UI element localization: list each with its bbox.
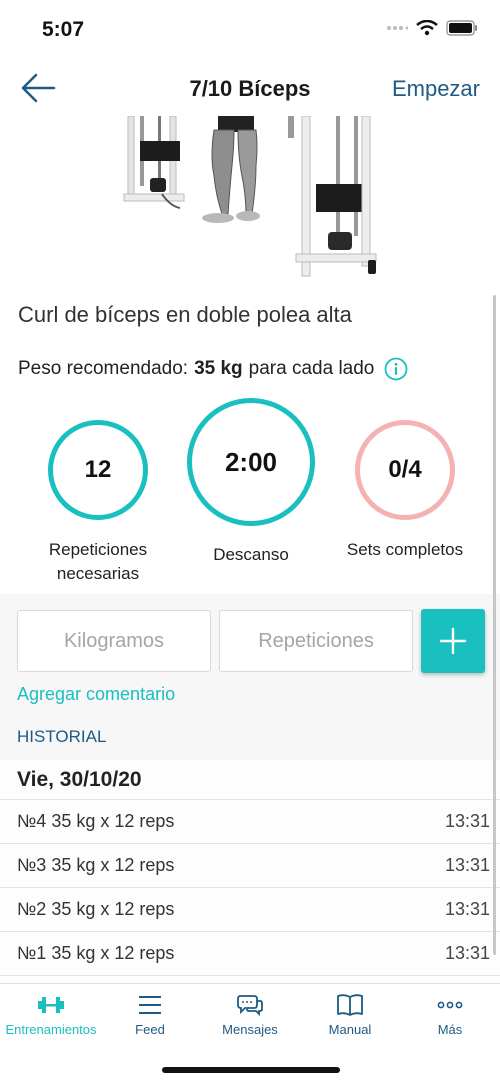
back-button[interactable]: [18, 70, 62, 106]
history-row-text: №2 35 kg x 12 reps: [17, 899, 175, 919]
history-row-text: №3 35 kg x 12 reps: [17, 855, 175, 875]
scrollbar[interactable]: [493, 295, 496, 955]
reps-value: 12: [84, 456, 112, 483]
history-row-text: №1 35 kg x 12 reps: [17, 943, 175, 963]
tab-label: Feed: [135, 1022, 165, 1037]
start-button[interactable]: Empezar: [392, 76, 480, 102]
weight-suffix: para cada lado: [248, 358, 375, 379]
history-list: Vie, 30/10/20 №4 35 kg x 12 reps 13:31 №…: [0, 760, 500, 976]
battery-icon: [446, 20, 477, 36]
rest-label: Descanso: [213, 545, 289, 564]
history-row[interactable]: №2 35 kg x 12 reps 13:31: [0, 888, 500, 932]
tab-feed[interactable]: Feed: [100, 992, 200, 1037]
sets-circle: 0/4: [355, 420, 455, 520]
tab-manual[interactable]: Manual: [300, 992, 400, 1037]
history-row-text: №4 35 kg x 12 reps: [17, 811, 175, 831]
add-set-button[interactable]: [421, 609, 485, 673]
home-indicator: [162, 1067, 340, 1073]
exercise-illustration: [110, 115, 390, 281]
reps-circle: 12: [48, 420, 148, 520]
signal-icon: [387, 26, 408, 30]
history-row-time: 13:31: [444, 855, 490, 875]
wifi-icon: [416, 20, 438, 36]
history-row-time: 13:31: [444, 899, 490, 919]
history-row[interactable]: №3 35 kg x 12 reps 13:31: [0, 844, 500, 888]
status-bar: 5:07: [0, 0, 500, 60]
tab-label: Entrenamientos: [5, 1022, 97, 1037]
dumbbell-icon: [38, 997, 64, 1013]
repetitions-input[interactable]: Repeticiones: [219, 610, 413, 672]
status-time: 5:07: [42, 18, 85, 41]
history-row[interactable]: №1 35 kg x 12 reps 13:31: [0, 932, 500, 976]
history-row-time: 13:31: [444, 943, 490, 963]
history-row-time: 13:31: [444, 811, 490, 831]
info-icon[interactable]: [384, 357, 408, 381]
kilograms-input[interactable]: Kilogramos: [17, 610, 211, 672]
tab-mas[interactable]: Más: [400, 992, 500, 1037]
weight-value: 35 kg: [194, 358, 243, 379]
reps-label: Repeticiones necesarias: [48, 540, 148, 583]
chat-bubbles-icon: [237, 995, 263, 1017]
open-book-icon: [337, 994, 363, 1016]
history-day-header: Vie, 30/10/20: [0, 760, 500, 800]
more-dots-icon: [437, 1001, 463, 1009]
nav-bar: 7/10 Bíceps Empezar: [0, 60, 500, 116]
tab-label: Mensajes: [222, 1022, 278, 1037]
exercise-title: Curl de bíceps en doble polea alta: [18, 302, 352, 327]
rest-timer-circle[interactable]: 2:00: [187, 398, 315, 526]
feed-lines-icon: [139, 996, 161, 1014]
recommended-weight: Peso recomendado: 35 kg para cada lado: [18, 357, 408, 381]
sets-value: 0/4: [388, 456, 422, 483]
weight-prefix: Peso recomendado:: [18, 358, 189, 379]
tab-mensajes[interactable]: Mensajes: [200, 992, 300, 1037]
tab-label: Más: [437, 1022, 463, 1037]
tab-label: Manual: [328, 1022, 372, 1037]
add-comment-link[interactable]: Agregar comentario: [17, 684, 175, 705]
history-heading: HISTORIAL: [17, 727, 107, 746]
status-icons: [386, 20, 478, 36]
back-arrow-icon: [21, 73, 56, 103]
rest-value: 2:00: [224, 446, 278, 477]
history-row[interactable]: №4 35 kg x 12 reps 13:31: [0, 800, 500, 844]
plus-icon: [439, 627, 467, 655]
sets-label: Sets completos: [346, 540, 464, 559]
tab-entrenamientos[interactable]: Entrenamientos: [1, 992, 101, 1037]
